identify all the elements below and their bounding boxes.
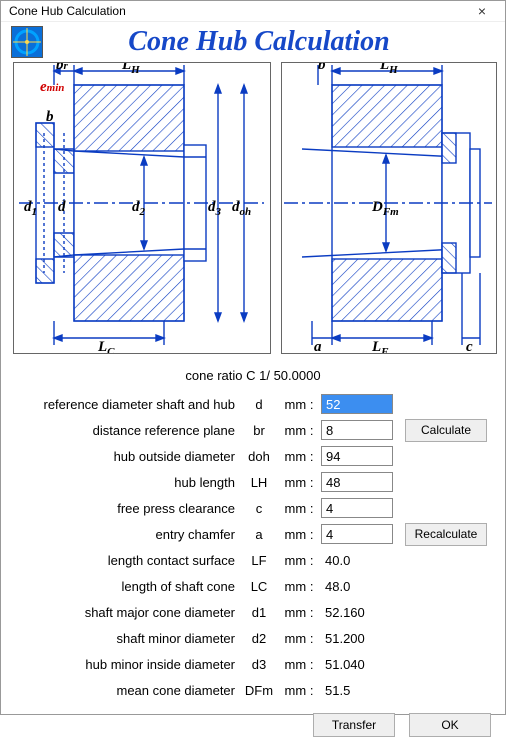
close-icon: × bbox=[478, 3, 486, 19]
input-br[interactable] bbox=[321, 420, 393, 440]
value-d3: 51.040 bbox=[321, 657, 401, 672]
label-doh: hub outside diameter bbox=[11, 449, 241, 464]
unit-c: mm : bbox=[277, 501, 321, 516]
label-LC: length of shaft cone bbox=[11, 579, 241, 594]
row-DFm: mean cone diameter DFm mm : 51.5 bbox=[11, 677, 495, 703]
row-LH: hub length LH mm : bbox=[11, 469, 495, 495]
recalculate-button[interactable]: Recalculate bbox=[405, 523, 487, 546]
close-button[interactable]: × bbox=[467, 1, 497, 21]
value-LC: 48.0 bbox=[321, 579, 401, 594]
svg-text:br: br bbox=[56, 63, 69, 73]
label-LH: hub length bbox=[11, 475, 241, 490]
label-d3: hub minor inside diameter bbox=[11, 657, 241, 672]
sym-doh: doh bbox=[241, 449, 277, 464]
dialog-window: Cone Hub Calculation × Cone Hub Calculat… bbox=[0, 0, 506, 715]
input-d[interactable] bbox=[321, 394, 393, 414]
transfer-button[interactable]: Transfer bbox=[313, 713, 395, 737]
diagram-left: br emin b LH LC d1 d d2 d3 doh bbox=[13, 62, 271, 354]
row-d2: shaft minor diameter d2 mm : 51.200 bbox=[11, 625, 495, 651]
unit-d1: mm : bbox=[277, 605, 321, 620]
row-a: entry chamfer a mm : Recalculate bbox=[11, 521, 495, 547]
app-logo-icon bbox=[11, 26, 43, 58]
sym-a: a bbox=[241, 527, 277, 542]
sym-br: br bbox=[241, 423, 277, 438]
input-c[interactable] bbox=[321, 498, 393, 518]
svg-text:LF: LF bbox=[371, 339, 389, 353]
label-d: reference diameter shaft and hub bbox=[11, 397, 241, 412]
label-d2: shaft minor diameter bbox=[11, 631, 241, 646]
svg-text:a: a bbox=[314, 339, 322, 353]
value-LF: 40.0 bbox=[321, 553, 401, 568]
row-br: distance reference plane br mm : Calcula… bbox=[11, 417, 495, 443]
header: Cone Hub Calculation bbox=[1, 22, 505, 62]
unit-br: mm : bbox=[277, 423, 321, 438]
sym-LH: LH bbox=[241, 475, 277, 490]
unit-d3: mm : bbox=[277, 657, 321, 672]
input-a[interactable] bbox=[321, 524, 393, 544]
diagrams: br emin b LH LC d1 d d2 d3 doh bbox=[1, 62, 505, 354]
svg-text:d1: d1 bbox=[24, 199, 37, 218]
svg-text:emin: emin bbox=[40, 79, 64, 95]
sym-LC: LC bbox=[241, 579, 277, 594]
label-br: distance reference plane bbox=[11, 423, 241, 438]
svg-text:LH: LH bbox=[379, 63, 398, 76]
input-LH[interactable] bbox=[321, 472, 393, 492]
row-c: free press clearance c mm : bbox=[11, 495, 495, 521]
svg-text:d: d bbox=[58, 199, 66, 215]
sym-c: c bbox=[241, 501, 277, 516]
sym-d3: d3 bbox=[241, 657, 277, 672]
row-d: reference diameter shaft and hub d mm : bbox=[11, 391, 495, 417]
page-title: Cone Hub Calculation bbox=[53, 26, 495, 58]
unit-LH: mm : bbox=[277, 475, 321, 490]
sym-LF: LF bbox=[241, 553, 277, 568]
form-area: cone ratio C 1/ 50.0000 reference diamet… bbox=[1, 354, 505, 713]
sym-DFm: DFm bbox=[241, 683, 277, 698]
sym-d1: d1 bbox=[241, 605, 277, 620]
unit-a: mm : bbox=[277, 527, 321, 542]
bottom-bar: Transfer OK bbox=[1, 713, 505, 737]
label-LF: length contact surface bbox=[11, 553, 241, 568]
label-d1: shaft major cone diameter bbox=[11, 605, 241, 620]
ok-button[interactable]: OK bbox=[409, 713, 491, 737]
sym-d: d bbox=[241, 397, 277, 412]
value-d2: 51.200 bbox=[321, 631, 401, 646]
unit-d2: mm : bbox=[277, 631, 321, 646]
row-LC: length of shaft cone LC mm : 48.0 bbox=[11, 573, 495, 599]
row-doh: hub outside diameter doh mm : bbox=[11, 443, 495, 469]
svg-text:doh: doh bbox=[232, 199, 251, 218]
svg-text:LH: LH bbox=[121, 63, 140, 76]
unit-doh: mm : bbox=[277, 449, 321, 464]
unit-LC: mm : bbox=[277, 579, 321, 594]
svg-text:b: b bbox=[318, 63, 326, 73]
row-LF: length contact surface LF mm : 40.0 bbox=[11, 547, 495, 573]
sym-d2: d2 bbox=[241, 631, 277, 646]
svg-text:b: b bbox=[46, 109, 54, 125]
label-c: free press clearance bbox=[11, 501, 241, 516]
unit-DFm: mm : bbox=[277, 683, 321, 698]
unit-d: mm : bbox=[277, 397, 321, 412]
row-d3: hub minor inside diameter d3 mm : 51.040 bbox=[11, 651, 495, 677]
diagram-right: b LH DFm a LF c bbox=[281, 62, 497, 354]
cone-ratio-label: cone ratio C 1/ 50.0000 bbox=[11, 362, 495, 391]
input-doh[interactable] bbox=[321, 446, 393, 466]
calculate-button[interactable]: Calculate bbox=[405, 419, 487, 442]
value-d1: 52.160 bbox=[321, 605, 401, 620]
window-title: Cone Hub Calculation bbox=[9, 4, 467, 18]
titlebar: Cone Hub Calculation × bbox=[1, 1, 505, 22]
row-d1: shaft major cone diameter d1 mm : 52.160 bbox=[11, 599, 495, 625]
label-a: entry chamfer bbox=[11, 527, 241, 542]
svg-text:d3: d3 bbox=[208, 199, 222, 218]
value-DFm: 51.5 bbox=[321, 683, 401, 698]
label-DFm: mean cone diameter bbox=[11, 683, 241, 698]
svg-text:c: c bbox=[466, 339, 473, 353]
unit-LF: mm : bbox=[277, 553, 321, 568]
svg-text:LC: LC bbox=[97, 339, 115, 353]
